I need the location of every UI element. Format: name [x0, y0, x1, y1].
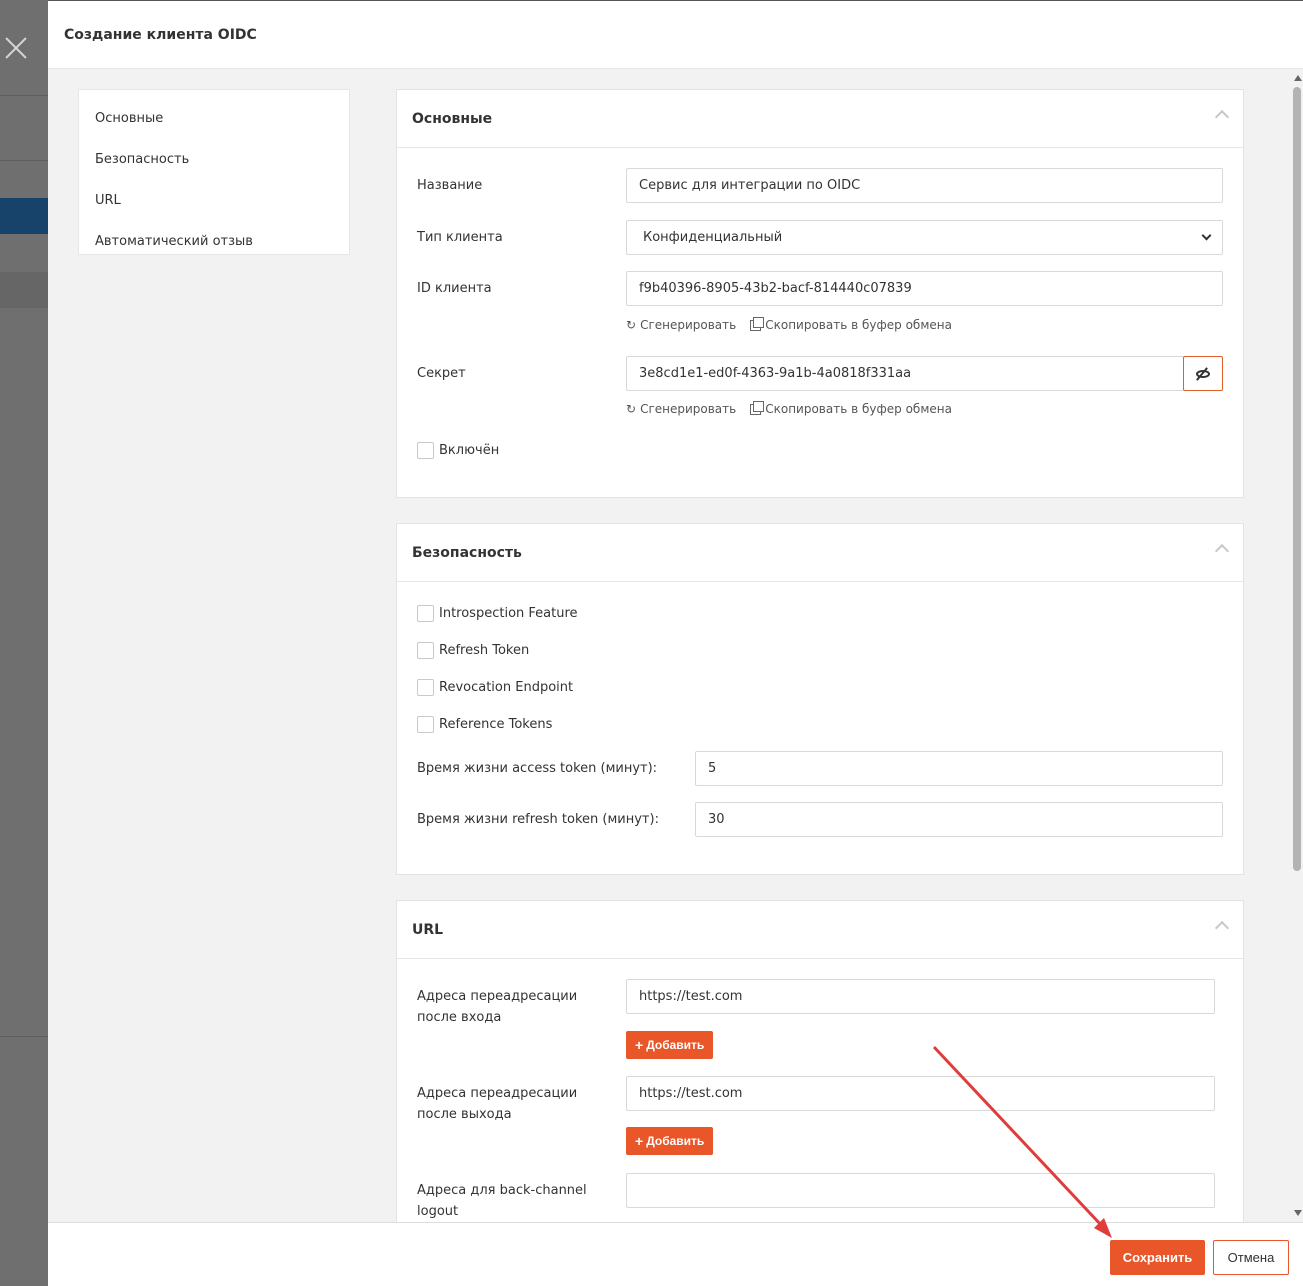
toggle-secret-visibility-button[interactable]: [1183, 356, 1223, 391]
panel-title: URL: [412, 921, 444, 938]
copy-icon: [750, 316, 765, 331]
scroll-up-arrow-icon[interactable]: [1294, 75, 1302, 81]
copy-client-id-link[interactable]: Скопировать в буфер обмена: [750, 316, 952, 332]
secret-label: Секрет: [417, 366, 466, 381]
reference-tokens-checkbox[interactable]: Reference Tokens: [417, 716, 552, 733]
backdrop-divider: [0, 1036, 48, 1037]
check-label: Introspection Feature: [439, 606, 578, 621]
generate-label: Сгенерировать: [640, 402, 737, 416]
secret-actions: ↻ Сгенерировать Скопировать в буфер обме…: [626, 400, 952, 416]
nav-item-basic[interactable]: Основные: [79, 98, 349, 139]
panel-basic-header[interactable]: Основные: [397, 90, 1243, 148]
save-button[interactable]: Сохранить: [1110, 1240, 1205, 1275]
scroll-down-arrow-icon[interactable]: [1294, 1210, 1302, 1216]
panel-title: Основные: [412, 110, 493, 127]
eye-slash-icon: [1196, 369, 1210, 378]
cancel-button[interactable]: Отмена: [1213, 1240, 1289, 1275]
add-label: Добавить: [646, 1134, 705, 1148]
access-ttl-input[interactable]: 5: [695, 751, 1223, 786]
modal-body: Основные Безопасность URL Автоматический…: [48, 69, 1303, 1222]
redirect-login-label: Адреса переадресации после входа: [417, 989, 578, 1025]
checkbox-box[interactable]: [417, 442, 434, 459]
client-id-input[interactable]: f9b40396-8905-43b2-bacf-814440c07839: [626, 271, 1223, 306]
redirect-logout-label: Адреса переадресации после выхода: [417, 1086, 578, 1122]
client-id-label: ID клиента: [417, 281, 492, 296]
check-label: Revocation Endpoint: [439, 680, 574, 695]
backdrop-divider: [0, 160, 48, 161]
backdrop-active-item: [0, 198, 48, 234]
backchannel-input[interactable]: [626, 1173, 1215, 1208]
close-icon[interactable]: [4, 36, 28, 60]
client-type-value: Конфиденциальный: [643, 230, 783, 245]
page-backdrop: [0, 0, 48, 1286]
refresh-ttl-label: Время жизни refresh token (минут):: [417, 812, 659, 827]
check-label: Refresh Token: [439, 643, 530, 658]
secret-input[interactable]: 3e8cd1e1-ed0f-4363-9a1b-4a0818f331aa: [626, 356, 1184, 391]
generate-label: Сгенерировать: [640, 318, 737, 332]
modal-footer: Сохранить Отмена: [48, 1222, 1303, 1286]
client-type-select[interactable]: Конфиденциальный: [626, 220, 1223, 255]
check-label: Reference Tokens: [439, 717, 553, 732]
name-input[interactable]: Сервис для интеграции по OIDC: [626, 168, 1223, 203]
name-label: Название: [417, 178, 483, 193]
nav-item-auto-revoke[interactable]: Автоматический отзыв: [79, 221, 349, 262]
redirect-logout-input[interactable]: https://test.com: [626, 1076, 1215, 1111]
add-label: Добавить: [646, 1038, 705, 1052]
panel-url-header[interactable]: URL: [397, 901, 1243, 959]
chevron-up-icon[interactable]: [1214, 543, 1230, 559]
backdrop-divider: [0, 95, 48, 96]
panel-basic: Основные Название Сервис для интеграции …: [396, 89, 1244, 498]
refresh-ttl-input[interactable]: 30: [695, 802, 1223, 837]
panel-security-header[interactable]: Безопасность: [397, 524, 1243, 582]
plus-icon: +: [635, 1037, 644, 1053]
chevron-down-icon: [1201, 230, 1212, 241]
checkbox-box[interactable]: [417, 716, 434, 733]
modal-title: Создание клиента OIDC: [64, 26, 257, 43]
generate-secret-link[interactable]: ↻ Сгенерировать: [626, 402, 736, 416]
checkbox-box[interactable]: [417, 679, 434, 696]
enabled-checkbox[interactable]: Включён: [417, 442, 499, 459]
panel-security: Безопасность Introspection Feature Refre…: [396, 523, 1244, 875]
scroll-thumb[interactable]: [1293, 87, 1301, 871]
refresh-icon: ↻: [626, 402, 637, 416]
add-redirect-logout-button[interactable]: + Добавить: [626, 1127, 714, 1155]
panel-title: Безопасность: [412, 544, 522, 561]
client-type-label: Тип клиента: [417, 230, 503, 245]
refresh-icon: ↻: [626, 318, 637, 332]
revocation-endpoint-checkbox[interactable]: Revocation Endpoint: [417, 679, 573, 696]
enabled-label: Включён: [439, 443, 500, 458]
client-id-actions: ↻ Сгенерировать Скопировать в буфер обме…: [626, 316, 952, 332]
generate-client-id-link[interactable]: ↻ Сгенерировать: [626, 318, 736, 332]
copy-label: Скопировать в буфер обмена: [765, 318, 952, 332]
backdrop-item: [0, 272, 48, 308]
copy-secret-link[interactable]: Скопировать в буфер обмена: [750, 400, 952, 416]
chevron-up-icon[interactable]: [1214, 920, 1230, 936]
nav-item-url[interactable]: URL: [79, 180, 349, 221]
plus-icon: +: [635, 1133, 644, 1149]
refresh-token-checkbox[interactable]: Refresh Token: [417, 642, 529, 659]
nav-item-security[interactable]: Безопасность: [79, 139, 349, 180]
modal-scrollbar[interactable]: [1292, 73, 1303, 1218]
checkbox-box[interactable]: [417, 642, 434, 659]
add-redirect-login-button[interactable]: + Добавить: [626, 1031, 714, 1059]
introspection-checkbox[interactable]: Introspection Feature: [417, 605, 578, 622]
panel-url: URL Адреса переадресации после входа htt…: [396, 900, 1244, 1222]
backchannel-label: Адреса для back-channel logout: [417, 1183, 587, 1219]
checkbox-box[interactable]: [417, 605, 434, 622]
access-ttl-label: Время жизни access token (минут):: [417, 761, 658, 776]
redirect-login-input[interactable]: https://test.com: [626, 979, 1215, 1014]
copy-label: Скопировать в буфер обмена: [765, 402, 952, 416]
modal-header: Создание клиента OIDC: [48, 1, 1303, 69]
copy-icon: [750, 400, 765, 415]
section-nav: Основные Безопасность URL Автоматический…: [78, 89, 350, 255]
chevron-up-icon[interactable]: [1214, 109, 1230, 125]
create-client-modal: Создание клиента OIDC Основные Безопасно…: [48, 0, 1303, 1286]
